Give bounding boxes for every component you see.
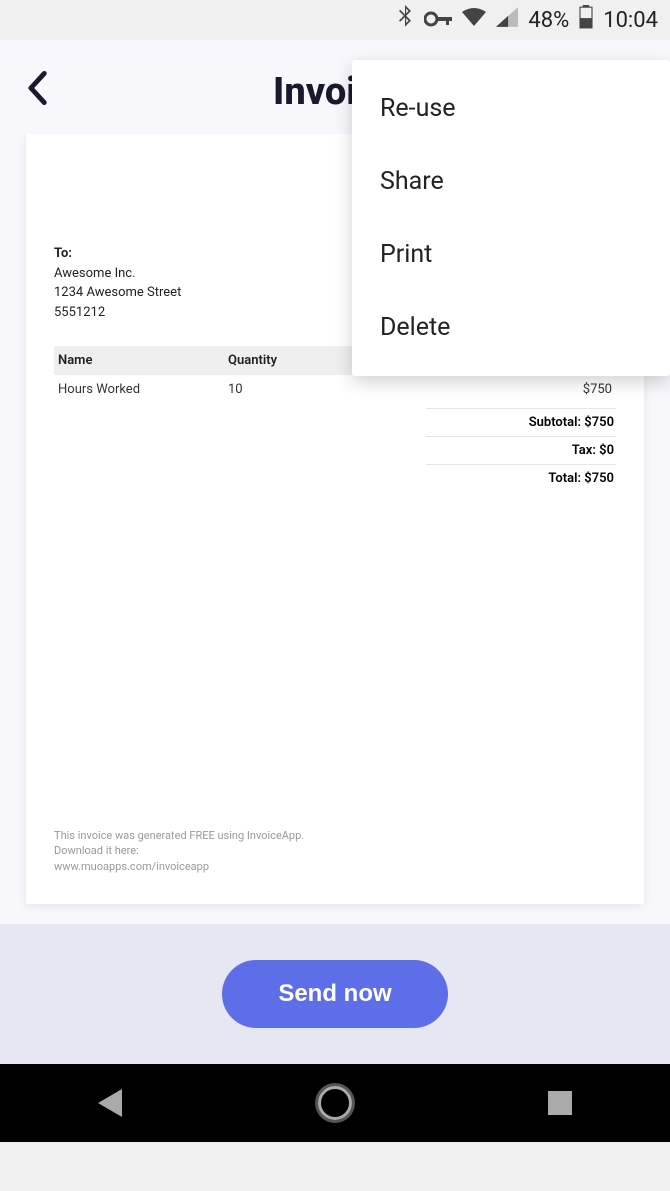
to-label: To: <box>54 244 315 264</box>
menu-item-share[interactable]: Share <box>352 145 670 218</box>
row-amount: $750 <box>358 382 612 397</box>
to-phone: 5551212 <box>54 303 315 323</box>
menu-item-reuse[interactable]: Re-use <box>352 72 670 145</box>
android-nav-bar <box>0 1064 670 1142</box>
to-address: 1234 Awesome Street <box>54 283 315 303</box>
col-name: Name <box>58 353 228 368</box>
table-row: Hours Worked 10 $750 <box>54 375 616 404</box>
nav-recent-icon[interactable] <box>548 1091 572 1115</box>
subtotal-line: Subtotal: $750 <box>426 408 616 436</box>
send-now-button[interactable]: Send now <box>222 960 447 1028</box>
options-menu: Re-use Share Print Delete <box>352 60 670 376</box>
to-name: Awesome Inc. <box>54 264 315 284</box>
nav-back-icon[interactable] <box>98 1089 122 1117</box>
total-line: Total: $750 <box>426 464 616 492</box>
wifi-icon <box>462 7 486 33</box>
footer-line-1: This invoice was generated FREE using In… <box>54 828 616 843</box>
footer-line-2: Download it here: <box>54 843 616 858</box>
bottom-bar: Send now <box>0 924 670 1064</box>
back-icon[interactable] <box>26 71 48 114</box>
key-icon <box>424 8 452 33</box>
totals: Subtotal: $750 Tax: $0 Total: $750 <box>54 408 616 492</box>
menu-item-print[interactable]: Print <box>352 218 670 291</box>
menu-item-delete[interactable]: Delete <box>352 291 670 364</box>
battery-percent: 48% <box>528 8 569 33</box>
footer-note: This invoice was generated FREE using In… <box>54 828 616 874</box>
to-block: To: Awesome Inc. 1234 Awesome Street 555… <box>54 244 315 322</box>
row-name: Hours Worked <box>58 382 228 397</box>
signal-icon <box>496 7 518 33</box>
footer-line-3: www.muoapps.com/invoiceapp <box>54 859 616 874</box>
status-bar: 48% 10:04 <box>0 0 670 40</box>
row-qty: 10 <box>228 382 358 397</box>
nav-home-icon[interactable] <box>318 1086 352 1120</box>
bluetooth-icon <box>396 5 414 35</box>
battery-icon <box>579 5 593 35</box>
col-qty: Quantity <box>228 353 358 368</box>
tax-line: Tax: $0 <box>426 436 616 464</box>
clock-time: 10:04 <box>603 8 658 33</box>
